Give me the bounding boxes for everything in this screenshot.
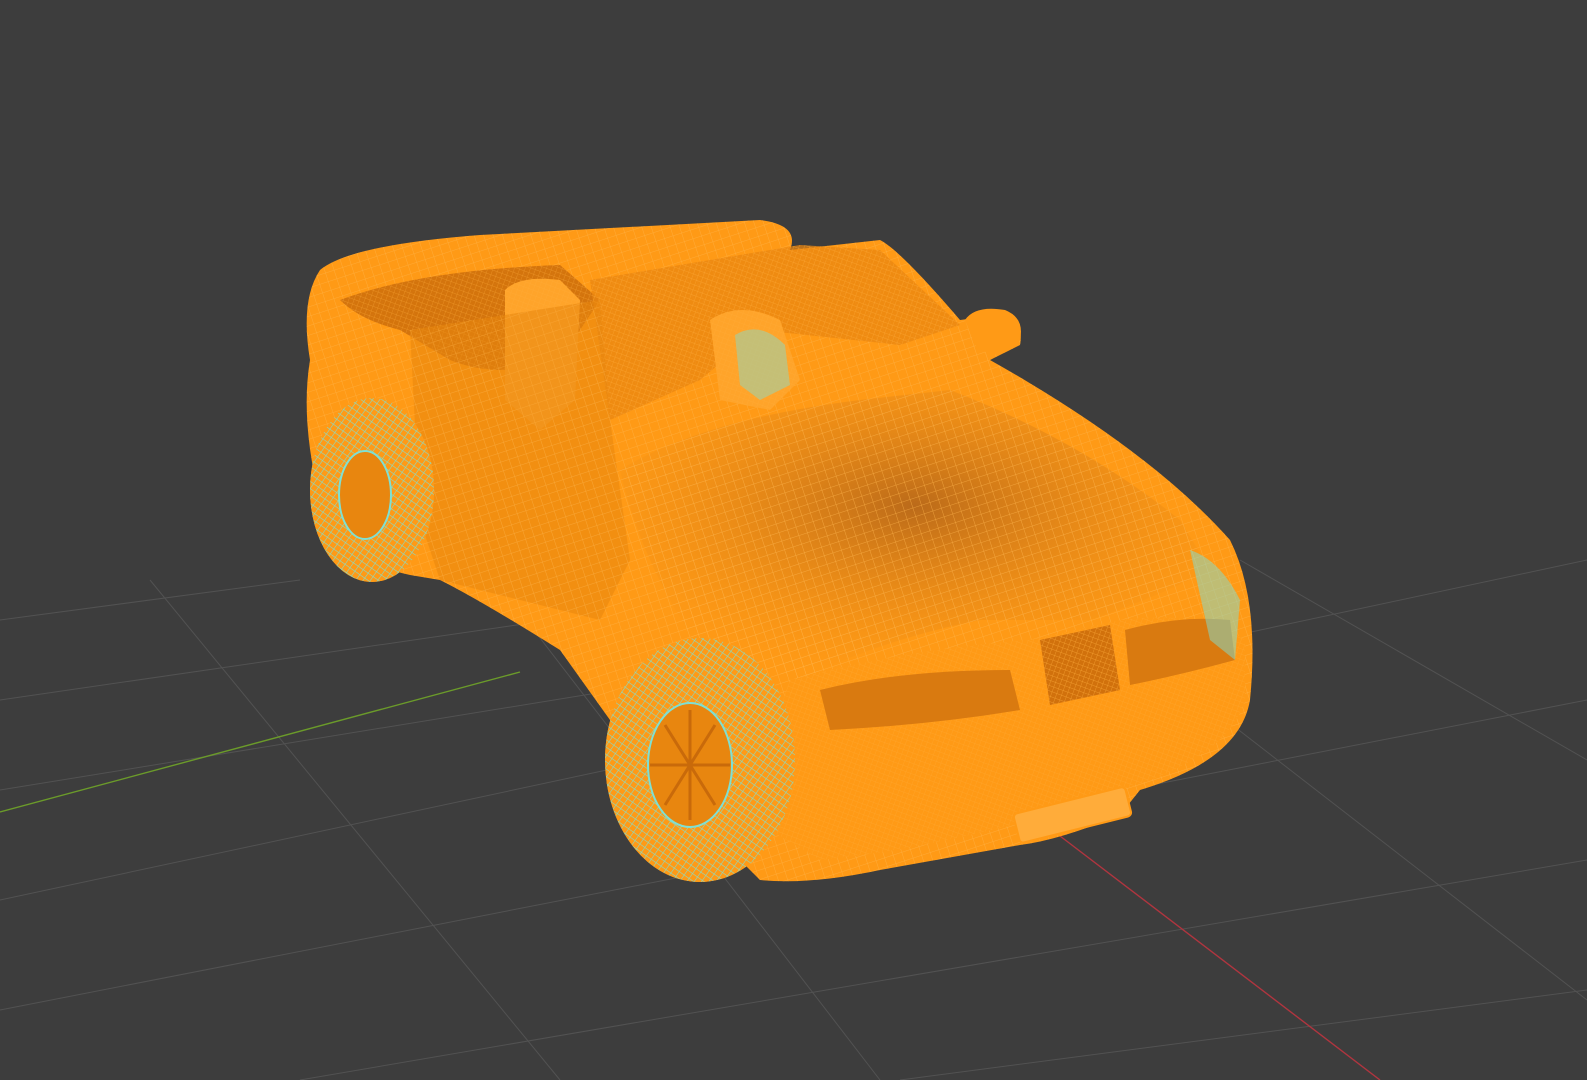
- x-axis-line: [1059, 835, 1381, 1080]
- viewport-canvas[interactable]: [0, 0, 1587, 1080]
- front-wheel-left[interactable]: [605, 638, 795, 882]
- rear-wheel-left[interactable]: [310, 398, 434, 582]
- car-model[interactable]: [306, 220, 1253, 882]
- 3d-viewport[interactable]: [0, 0, 1587, 1080]
- y-axis-line: [0, 671, 521, 813]
